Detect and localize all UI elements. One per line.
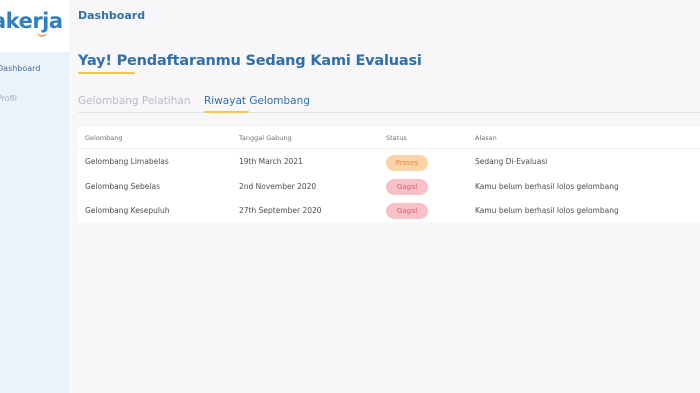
column-header-gelombang: Gelombang bbox=[85, 134, 123, 142]
table-row-tanggal: 2nd November 2020 bbox=[239, 182, 317, 191]
logo-smile-icon bbox=[37, 30, 47, 37]
table-row-gelombang: Gelombang Limabelas bbox=[85, 157, 169, 166]
table-row-tanggal: 27th September 2020 bbox=[239, 206, 322, 215]
tab-riwayat-gelombang[interactable]: Riwayat Gelombang bbox=[204, 95, 310, 107]
table-row-tanggal: 19th March 2021 bbox=[239, 157, 303, 166]
status-badge: Proses bbox=[386, 155, 428, 171]
table-row-gelombang: Gelombang Sebelas bbox=[85, 182, 160, 191]
column-header-status: Status bbox=[386, 134, 407, 142]
table-row-gelombang: Gelombang Kesepuluh bbox=[85, 206, 170, 215]
table-row-alasan: Kamu belum berhasil lolos gelombang bbox=[475, 206, 619, 215]
title-underline bbox=[78, 72, 135, 74]
table-row-alasan: Sedang Di-Evaluasi bbox=[475, 157, 548, 166]
table-header-divider bbox=[78, 148, 700, 149]
status-badge: Gagal bbox=[386, 179, 428, 195]
sidebar: akerja Dashboard Profil bbox=[0, 0, 69, 393]
breadcrumb: Dashboard bbox=[78, 9, 146, 22]
sidebar-item-dashboard[interactable]: Dashboard bbox=[0, 64, 40, 73]
tab-gelombang-pelatihan[interactable]: Gelombang Pelatihan bbox=[78, 95, 190, 107]
table-row-alasan: Kamu belum berhasil lolos gelombang bbox=[475, 182, 619, 191]
status-badge: Gagal bbox=[386, 203, 428, 219]
column-header-alasan: Alasan bbox=[475, 134, 497, 142]
logo[interactable]: akerja bbox=[0, 0, 69, 52]
active-tab-indicator bbox=[204, 111, 249, 113]
page-title: Yay! Pendaftaranmu Sedang Kami Evaluasi bbox=[78, 53, 422, 69]
tabs-divider bbox=[78, 112, 700, 113]
sidebar-item-profil[interactable]: Profil bbox=[0, 94, 17, 103]
logo-text: akerja bbox=[0, 9, 63, 33]
column-header-tanggal: Tanggal Gabung bbox=[239, 134, 292, 142]
